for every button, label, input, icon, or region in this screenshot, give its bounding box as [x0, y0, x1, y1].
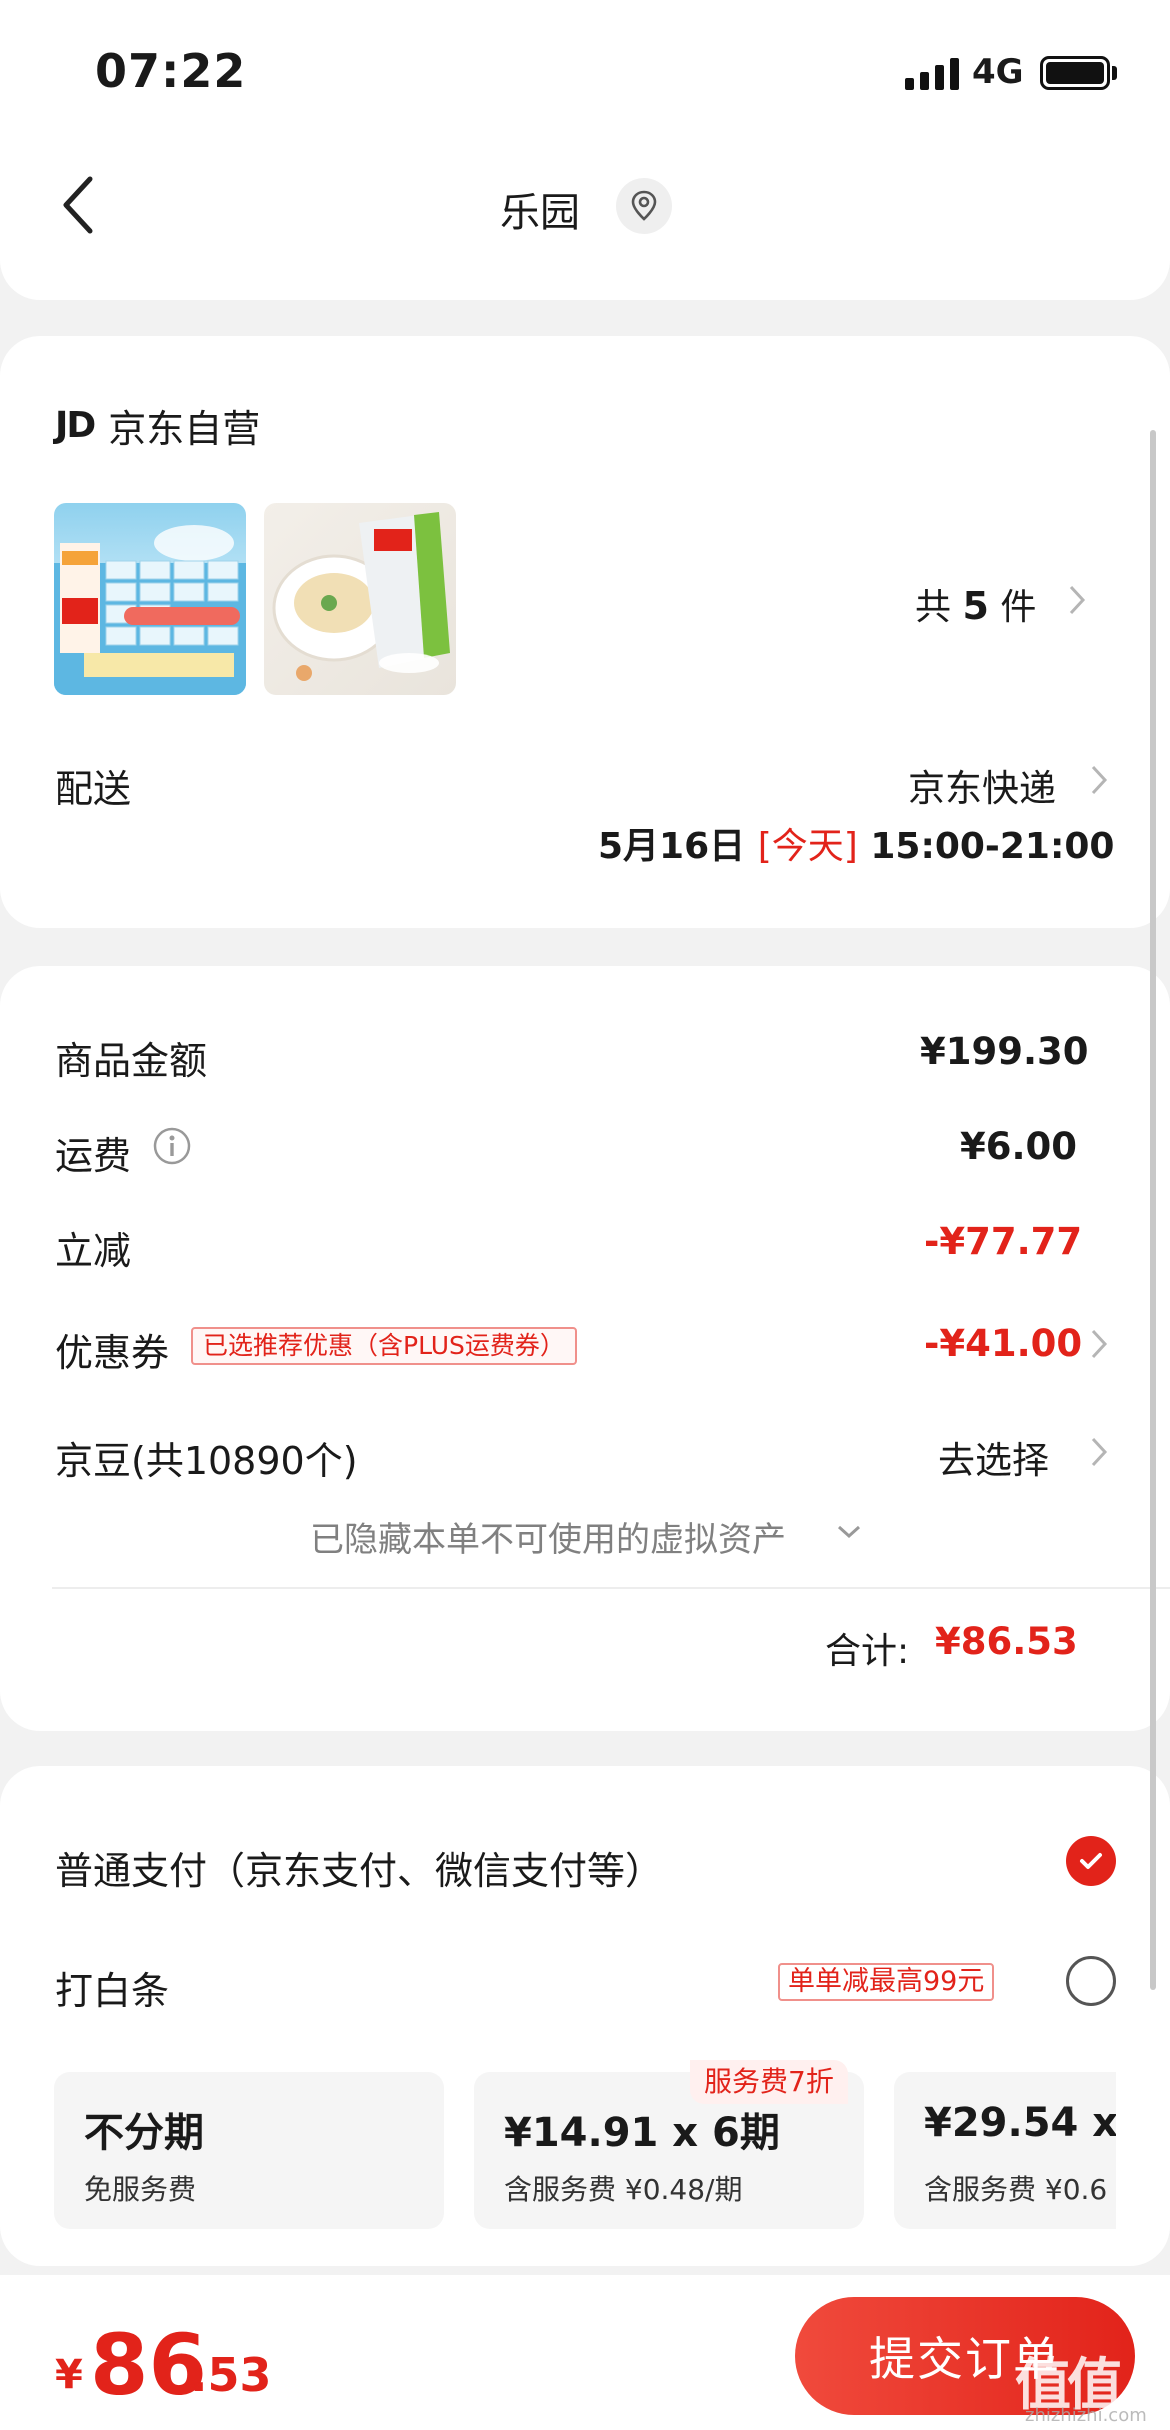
signal-icon	[905, 58, 959, 90]
product-thumbnail-starch[interactable]	[264, 503, 456, 695]
network-type: 4G	[972, 52, 1024, 92]
shop-label: 京东自营	[108, 407, 261, 451]
info-icon[interactable]	[152, 1126, 192, 1166]
product-thumbnail-tissue[interactable]	[54, 503, 246, 695]
subtotal-label: 合计:	[825, 1631, 910, 1672]
jingdou-select[interactable]: 去选择	[938, 1430, 1049, 1484]
divider	[52, 1587, 1170, 1589]
starch-product-image	[272, 512, 450, 681]
subtotal-value: ¥86.53	[935, 1620, 1078, 1663]
radio-unchecked-icon[interactable]	[1066, 1956, 1116, 2006]
shipping-value: ¥6.00	[960, 1125, 1078, 1168]
coupon-tag: 已选推荐优惠（含PLUS运费券）	[191, 1327, 577, 1365]
chevron-right-icon[interactable]	[1090, 1436, 1108, 1468]
service-fee-discount-badge: 服务费7折	[690, 2060, 848, 2104]
delivery-schedule[interactable]: 5月16日 [今天] 15:00-21:00	[598, 817, 1114, 869]
battery-icon	[1040, 56, 1110, 90]
chevron-down-icon[interactable]	[836, 1524, 862, 1540]
coupon-value[interactable]: -¥41.00	[924, 1322, 1082, 1365]
chevron-right-icon[interactable]	[1090, 764, 1108, 796]
shipping-label: 运费	[55, 1134, 132, 1178]
plan-subtitle: 免服务费	[84, 2173, 197, 2206]
item-count[interactable]: 共 5 件	[915, 578, 1036, 630]
plan-title: ¥14.91 x 6期	[504, 2110, 780, 2156]
chevron-right-icon[interactable]	[1068, 584, 1086, 616]
coupon-label: 优惠券	[55, 1331, 170, 1375]
shop-name: JD 京东自营	[55, 398, 260, 453]
total-currency: ¥	[55, 2352, 83, 2398]
checked-radio-icon[interactable]	[1066, 1836, 1116, 1886]
goods-amount-label: 商品金额	[55, 1039, 208, 1083]
installment-plan-3[interactable]: ¥29.54 x 3 含服务费 ¥0.6	[894, 2072, 1116, 2229]
chevron-left-icon	[63, 176, 93, 234]
total-decimal: .53	[190, 2348, 272, 2402]
goods-amount-value: ¥199.30	[920, 1030, 1089, 1073]
instant-discount-label: 立减	[55, 1229, 132, 1273]
battery-tip	[1112, 66, 1117, 80]
baitiao-promo-tag: 单单减最高99元	[778, 1963, 995, 2001]
delivery-time: 15:00-21:00	[870, 826, 1115, 867]
hidden-assets-note[interactable]: 已隐藏本单不可使用的虚拟资产	[310, 1512, 786, 1561]
status-time: 07:22	[95, 44, 247, 98]
item-count-number: 5	[962, 584, 989, 628]
delivery-today: [今天]	[757, 826, 858, 867]
tissue-product-image	[54, 525, 246, 695]
delivery-date: 5月16日	[598, 826, 746, 867]
plan-subtitle: 含服务费 ¥0.6	[924, 2173, 1108, 2206]
chevron-right-icon[interactable]	[1090, 1328, 1108, 1360]
plan-title: 不分期	[84, 2110, 204, 2156]
back-button[interactable]	[58, 175, 98, 235]
baitiao-label[interactable]: 打白条	[55, 1960, 169, 2015]
plan-title: ¥29.54 x 3	[924, 2100, 1116, 2146]
normal-payment-label[interactable]: 普通支付（京东支付、微信支付等）	[55, 1840, 663, 1895]
location-button[interactable]	[616, 178, 672, 234]
jd-logo: JD	[55, 405, 96, 446]
watermark-url: zhizhizhi.com	[1025, 2405, 1147, 2426]
address-title[interactable]: 乐园	[500, 180, 580, 238]
scrollbar[interactable]	[1150, 430, 1156, 1990]
location-pin-icon	[631, 190, 657, 221]
jingdou-label: 京豆(共10890个)	[55, 1439, 358, 1483]
delivery-label: 配送	[55, 767, 132, 811]
instant-discount-value: -¥77.77	[924, 1220, 1083, 1263]
plan-subtitle: 含服务费 ¥0.48/期	[504, 2173, 743, 2206]
item-count-suffix: 件	[1000, 587, 1037, 628]
delivery-method[interactable]: 京东快递	[908, 758, 1056, 812]
item-count-prefix: 共	[915, 587, 952, 628]
installment-plan-none[interactable]: 不分期 免服务费	[54, 2072, 444, 2229]
